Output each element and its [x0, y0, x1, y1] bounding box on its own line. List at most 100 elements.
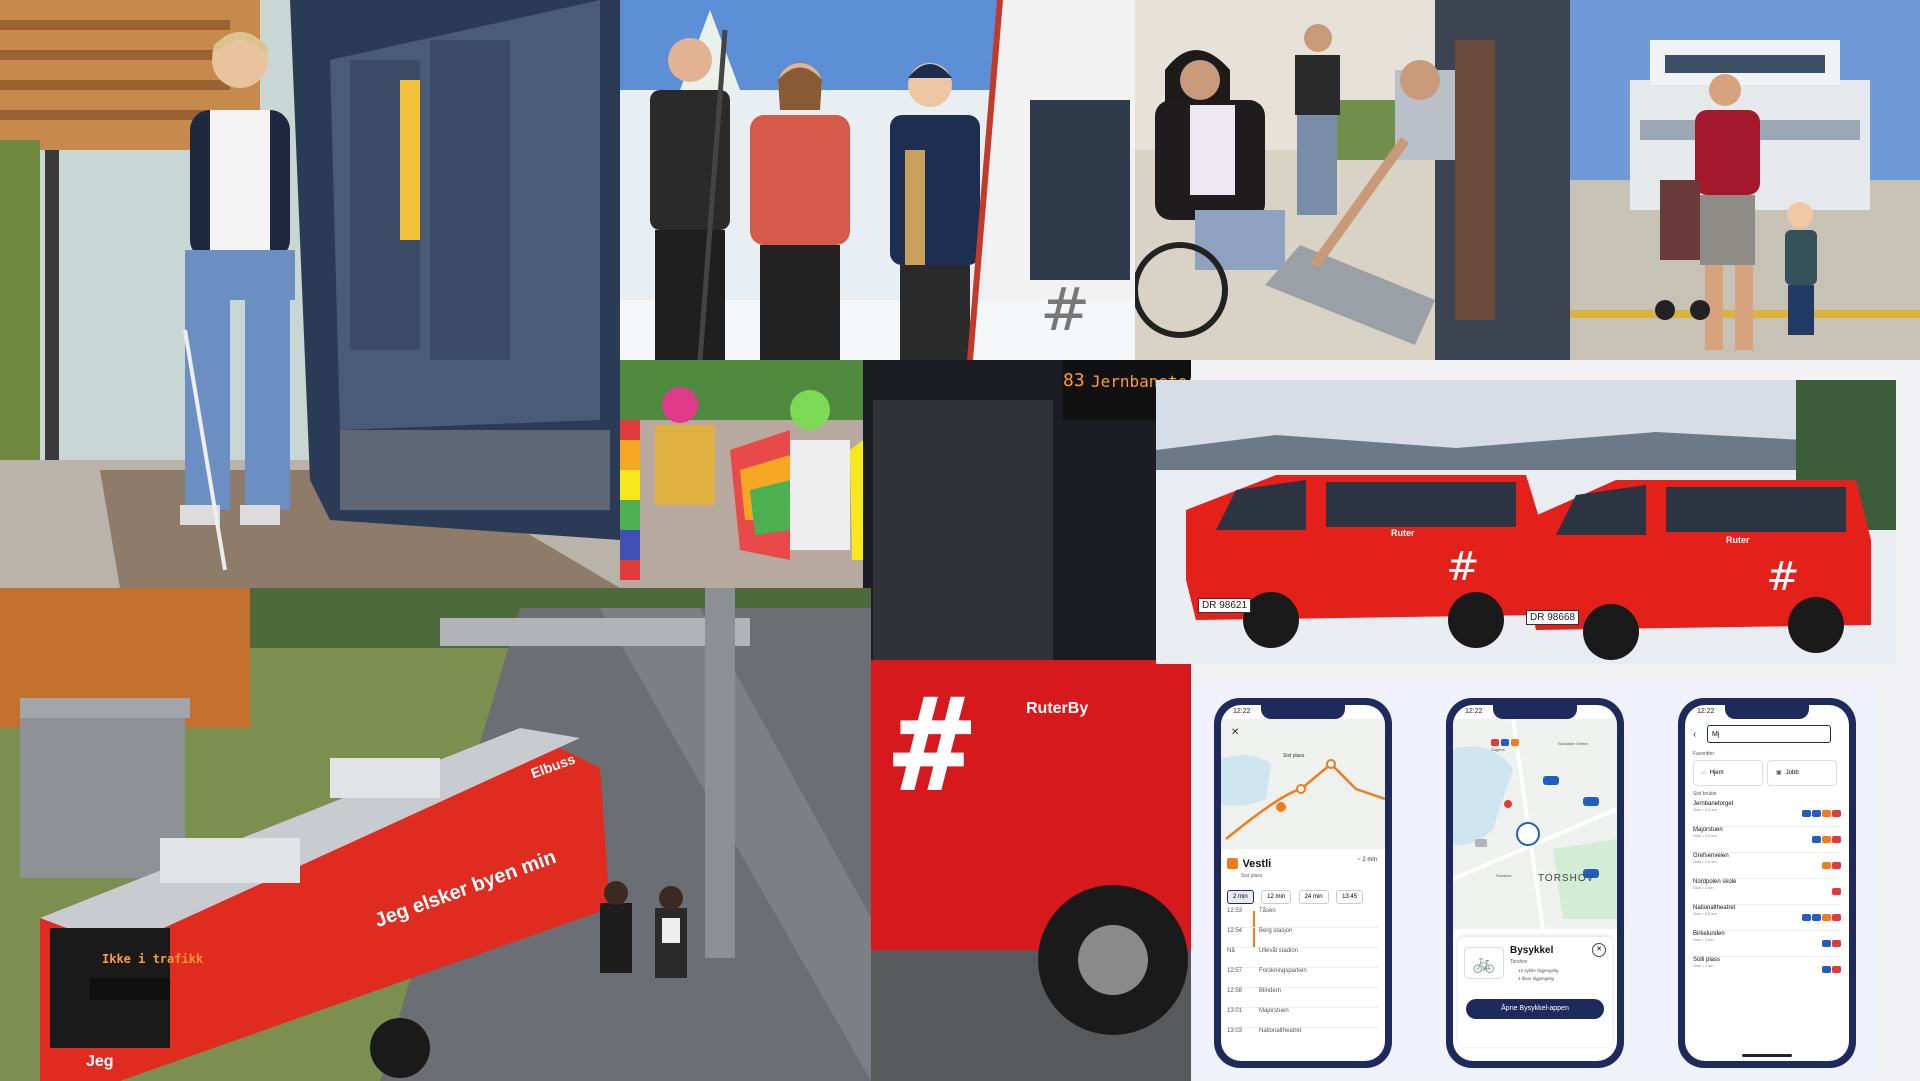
open-bysykkel-button[interactable]: Åpne Bysykkel-appen	[1466, 999, 1604, 1019]
recent-sub: Oslo • 2.8 km	[1693, 859, 1717, 864]
departure-stop: Majorstuen	[1259, 1008, 1289, 1014]
departure-stop: Tåsen	[1259, 908, 1276, 914]
photo-red-bus-closeup: # 83 Jernbanetorget RuterBy	[863, 360, 1191, 1081]
list-item[interactable]: Grefsenveien Oslo • 2.8 km	[1693, 853, 1841, 879]
chip[interactable]: 2 min	[1227, 890, 1254, 904]
favorite-label: Hjem	[1709, 770, 1724, 776]
departure-time: 12:58	[1227, 988, 1243, 994]
svg-text:#: #	[1040, 275, 1090, 345]
bus-brand-text: RuterBy	[1026, 700, 1089, 717]
photo-electric-bus-charging: Ikke i trafikk Elbuss Jeg elsker byen mi…	[0, 588, 871, 1081]
transport-badges	[1801, 908, 1841, 926]
transport-badges	[1811, 830, 1841, 848]
departure-row[interactable]: Nå Ullevål stadion	[1227, 948, 1379, 968]
map-place-right: Sandaker Senter	[1558, 741, 1589, 746]
bus-route-number: 83	[1063, 370, 1085, 391]
list-item[interactable]: Majorstuen Oslo • 3.0 km	[1693, 827, 1841, 853]
list-item[interactable]: Nationaltheatret Oslo • 0.8 km	[1693, 905, 1841, 931]
transport-badges	[1831, 882, 1841, 900]
status-time: 12:22	[1233, 708, 1251, 715]
departure-time: 13:01	[1227, 1008, 1243, 1014]
chip[interactable]: 24 min	[1298, 890, 1329, 904]
departure-stop: Blindern	[1259, 988, 1282, 994]
stop-header[interactable]: Vestli ~ 2 min Sist plass	[1227, 855, 1379, 879]
departure-row[interactable]: 12:58 Blindern	[1227, 988, 1379, 1008]
list-item[interactable]: Jernbanetorget Oslo • 0.4 km	[1693, 801, 1841, 827]
home-icon: ⌂	[1702, 770, 1706, 776]
metro-line-badge	[1227, 858, 1238, 870]
back-icon[interactable]: ‹	[1693, 729, 1696, 740]
departure-row[interactable]: 13:01 Majorstuen	[1227, 1008, 1379, 1028]
departure-stop: Nationaltheatret	[1259, 1028, 1302, 1034]
card-line-locks: 3 låser tilgjengelig	[1518, 976, 1555, 981]
departure-time: 12:54	[1227, 928, 1243, 934]
status-time: 12:22	[1697, 708, 1715, 715]
ruter-app-screens: 12:22 ✕ Sist plass Vestli ~ 2 min Sist p…	[1191, 686, 1876, 1078]
transport-badges	[1821, 934, 1841, 952]
departure-row[interactable]: 12:54 Berg stasjon	[1227, 928, 1379, 948]
status-time: 12:22	[1465, 708, 1483, 715]
photo-wheelchair-boarding-ramp	[1135, 0, 1570, 360]
van-2-brand: Ruter	[1726, 535, 1750, 545]
card-sub: Torshov	[1510, 959, 1528, 965]
home-indicator	[1742, 1054, 1792, 1057]
ebus-destination-display: Ikke i trafikk	[102, 952, 204, 966]
svg-text:#: #	[1446, 544, 1480, 590]
departure-row[interactable]: 12:57 Forskningsparken	[1227, 968, 1379, 988]
recent-sub: Oslo • 1 km	[1693, 963, 1714, 968]
list-item[interactable]: Birkelunden Oslo • 2 km	[1693, 931, 1841, 957]
recent-sub: Oslo • 2 km	[1693, 937, 1714, 942]
bicycle-icon: 🚲	[1464, 947, 1504, 979]
photo-woman-with-cane-at-tram	[0, 0, 620, 588]
close-icon[interactable]: ✕	[1592, 943, 1606, 957]
chip[interactable]: 12 min	[1261, 890, 1292, 904]
photo-pride-parade	[620, 360, 863, 588]
photo-skiers-at-tram: #	[620, 0, 1135, 360]
briefcase-icon: ▣	[1776, 770, 1782, 776]
transport-badges	[1821, 960, 1841, 978]
svg-text:#: #	[893, 669, 972, 821]
departure-time: 13:03	[1227, 1028, 1243, 1034]
van-2-plate: DR 98668	[1526, 610, 1580, 625]
map-place-label: TORSHOV	[1538, 873, 1595, 884]
phone-search-view: 12:22 ‹ Favoritter ⌂Hjem ▣Jobb Sist bruk…	[1678, 698, 1856, 1068]
departure-time: Nå	[1227, 948, 1235, 954]
phone-notch	[1261, 705, 1345, 719]
departure-row[interactable]: 12:53 Tåsen	[1227, 908, 1379, 928]
map-stop-label: Sist plass	[1283, 753, 1305, 759]
route-map[interactable]	[1221, 719, 1385, 849]
photo-family-boarding-ferry	[1570, 0, 1920, 360]
favorites-heading: Favoritter	[1693, 751, 1715, 757]
stop-name: Vestli	[1242, 857, 1272, 870]
favorite-label: Jobb	[1785, 770, 1799, 776]
departure-time: 12:53	[1227, 908, 1243, 914]
photo-ruter-red-vans-snow: # # Ruter DR 98621 Ruter DR 98668	[1156, 380, 1896, 664]
search-input[interactable]	[1707, 725, 1831, 743]
recent-list: Jernbanetorget Oslo • 0.4 km Majorstuen …	[1693, 801, 1841, 982]
departure-row[interactable]: 13:03 Nationaltheatret	[1227, 1028, 1379, 1047]
phone-notch	[1493, 705, 1577, 719]
departure-stop: Forskningsparken	[1259, 968, 1307, 974]
favorite-work[interactable]: ▣ Jobb	[1767, 760, 1837, 786]
phone-route-view: 12:22 ✕ Sist plass Vestli ~ 2 min Sist p…	[1214, 698, 1392, 1068]
phone-notch	[1725, 705, 1809, 719]
stop-sub: Sist plass	[1241, 873, 1263, 879]
departure-list: 12:53 Tåsen 12:54 Berg stasjon Nå Ullevål s…	[1227, 908, 1379, 1047]
close-icon[interactable]: ✕	[1231, 727, 1239, 738]
list-item[interactable]: Solli plass Oslo • 1 km	[1693, 957, 1841, 982]
list-item[interactable]: Nordpolen skole Oslo • 2 km	[1693, 879, 1841, 905]
stop-eta: ~ 2 min	[1357, 857, 1377, 863]
card-line-bikes: 12 sykler tilgjengelig	[1518, 968, 1559, 973]
chip[interactable]: 13:45	[1336, 890, 1364, 904]
bysykkel-map[interactable]	[1453, 719, 1617, 929]
map-marker-label: Thorshov	[1495, 873, 1512, 878]
van-1-plate: DR 98621	[1198, 598, 1252, 613]
transport-badges	[1821, 856, 1841, 874]
map-place-top: Sagene	[1491, 747, 1505, 752]
ebus-rear-slogan: Jeg	[86, 1053, 114, 1070]
recent-sub: Oslo • 2 km	[1693, 885, 1714, 890]
departure-time: 12:57	[1227, 968, 1243, 974]
bysykkel-card[interactable]: 🚲 Bysykkel Torshov 12 sykler tilgjengeli…	[1458, 937, 1612, 1047]
favorite-home[interactable]: ⌂ Hjem	[1693, 760, 1763, 786]
recent-heading: Sist brukte	[1693, 791, 1717, 797]
